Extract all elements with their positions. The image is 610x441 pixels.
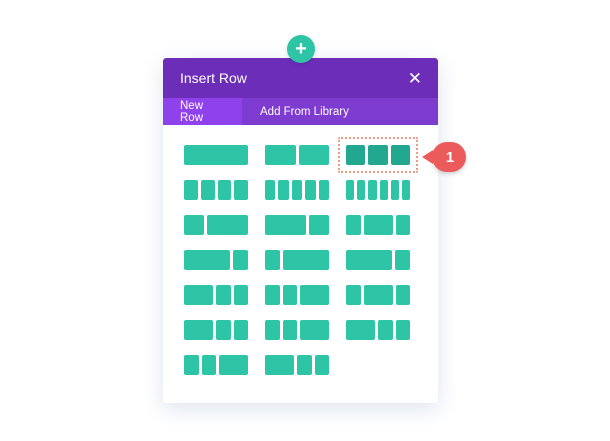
layout-column — [318, 180, 330, 200]
layout-column — [395, 215, 410, 235]
row-layout-option[interactable] — [346, 215, 410, 235]
layout-column — [233, 285, 248, 305]
close-icon[interactable]: ✕ — [408, 70, 422, 87]
layout-column — [291, 180, 303, 200]
layout-column — [346, 320, 375, 340]
layout-column — [278, 180, 289, 200]
layout-column — [390, 145, 410, 165]
layout-column — [300, 320, 329, 340]
modal-header: Insert Row ✕ — [163, 58, 438, 98]
modal-title: Insert Row — [180, 70, 247, 86]
layout-column — [297, 355, 312, 375]
layout-column — [234, 180, 248, 200]
add-row-button[interactable]: + — [287, 35, 315, 63]
row-layout-option[interactable] — [184, 215, 248, 235]
step-badge: 1 — [422, 142, 466, 172]
layout-column — [265, 145, 296, 165]
row-layout-option[interactable] — [346, 250, 410, 270]
row-layout-option[interactable] — [184, 250, 248, 270]
layout-column — [216, 320, 231, 340]
row-layout-option[interactable] — [265, 250, 329, 270]
layout-column — [184, 250, 230, 270]
layout-column — [346, 215, 361, 235]
layout-column — [378, 320, 393, 340]
layout-column — [265, 320, 280, 340]
layout-column — [368, 145, 388, 165]
layout-column — [401, 180, 411, 200]
layout-column — [379, 180, 388, 200]
layout-column — [346, 180, 355, 200]
layout-column — [368, 180, 377, 200]
layout-column — [265, 215, 306, 235]
layout-column — [219, 355, 248, 375]
layout-column — [300, 285, 329, 305]
layout-column — [282, 320, 297, 340]
layout-column — [265, 250, 281, 270]
layout-column — [346, 285, 361, 305]
row-layout-option[interactable] — [184, 145, 248, 165]
layout-column — [298, 145, 329, 165]
layout-column — [357, 180, 366, 200]
plus-icon: + — [295, 38, 307, 60]
layout-column — [282, 285, 297, 305]
row-layout-option[interactable] — [265, 180, 330, 200]
row-layout-option[interactable] — [184, 285, 248, 305]
layout-column — [305, 180, 316, 200]
modal-tabs: New Row Add From Library — [163, 98, 438, 125]
layout-column — [207, 215, 248, 235]
layout-column — [390, 180, 399, 200]
layout-column — [265, 285, 280, 305]
layout-column — [200, 180, 215, 200]
layout-column — [363, 285, 393, 305]
layout-column — [232, 250, 248, 270]
layout-column — [184, 215, 205, 235]
layout-column — [184, 145, 248, 165]
layout-column — [314, 355, 329, 375]
step-badge-label: 1 — [445, 148, 455, 166]
row-layout-option[interactable] — [265, 145, 329, 165]
layout-column — [217, 180, 232, 200]
row-layout-option[interactable] — [346, 180, 411, 200]
layout-column — [265, 180, 276, 200]
layout-column — [184, 285, 213, 305]
row-layout-option[interactable] — [265, 320, 329, 340]
layout-column — [395, 320, 410, 340]
insert-row-modal: Insert Row ✕ New Row Add From Library — [163, 58, 438, 403]
row-layout-option[interactable] — [184, 355, 248, 375]
layout-column — [233, 320, 248, 340]
row-layout-option[interactable] — [265, 215, 329, 235]
layout-column — [216, 285, 231, 305]
layout-column — [283, 250, 329, 270]
layout-column — [308, 215, 329, 235]
row-layout-option[interactable] — [265, 285, 329, 305]
row-layout-option[interactable] — [184, 320, 248, 340]
layout-column — [265, 355, 294, 375]
layout-grid — [184, 137, 418, 375]
row-layout-option[interactable] — [184, 180, 248, 200]
layout-column — [201, 355, 216, 375]
layout-column — [363, 215, 393, 235]
layout-column — [395, 285, 410, 305]
tab-add-from-library[interactable]: Add From Library — [242, 98, 365, 125]
layout-column — [394, 250, 410, 270]
layout-column — [346, 250, 392, 270]
row-layout-option[interactable] — [338, 137, 418, 173]
row-layout-option[interactable] — [346, 320, 410, 340]
layout-column — [184, 320, 213, 340]
row-layout-option[interactable] — [265, 355, 329, 375]
layout-column — [184, 355, 199, 375]
layout-column — [346, 145, 366, 165]
tab-new-row[interactable]: New Row — [163, 98, 242, 125]
layout-column — [184, 180, 198, 200]
row-layout-option[interactable] — [346, 285, 410, 305]
